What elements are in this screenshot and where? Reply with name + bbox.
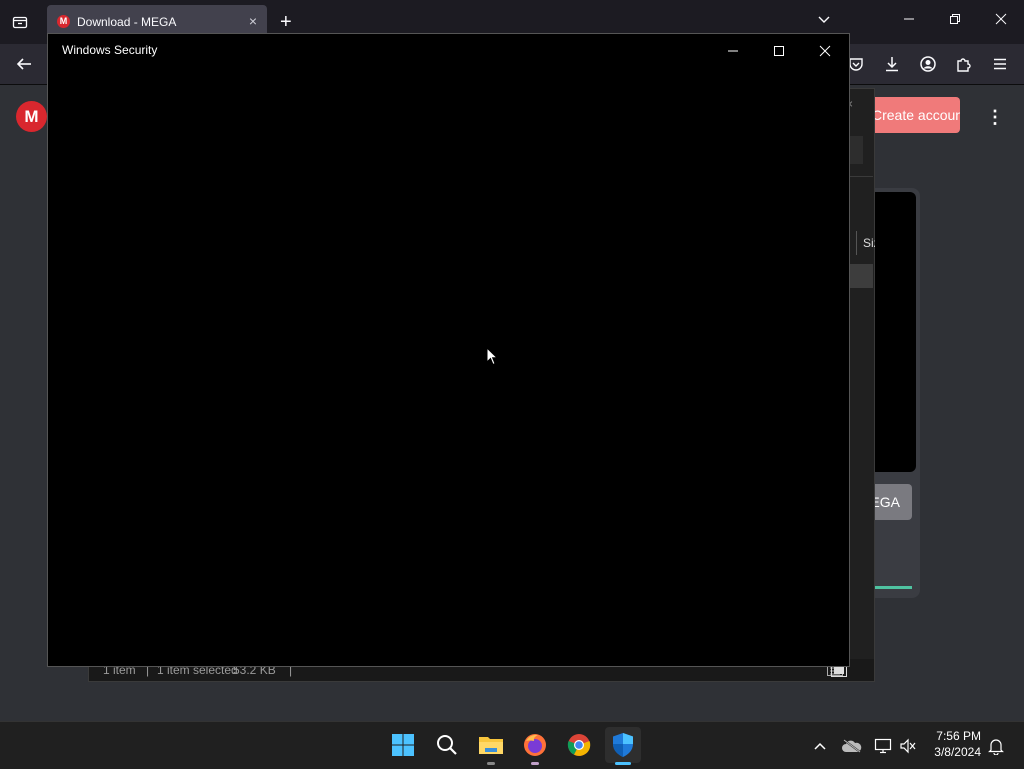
- download-progress-bar: [874, 586, 912, 589]
- download-card: [872, 188, 920, 598]
- dialog-close-icon[interactable]: [816, 42, 834, 60]
- chrome-icon[interactable]: [561, 727, 597, 763]
- dialog-title: Windows Security: [62, 43, 158, 57]
- account-icon[interactable]: [916, 52, 940, 76]
- running-indicator: [487, 762, 495, 765]
- windows-taskbar: 7:56 PM 3/8/2024: [0, 721, 1024, 769]
- more-options-icon[interactable]: ⋮: [986, 107, 1004, 127]
- downloads-icon[interactable]: [880, 52, 904, 76]
- app-menu-icon[interactable]: [988, 52, 1012, 76]
- dialog-maximize-icon[interactable]: [770, 42, 788, 60]
- list-all-tabs-chevron-icon[interactable]: [816, 12, 832, 33]
- clock-date: 3/8/2024: [934, 745, 981, 759]
- explorer-divider: [849, 176, 873, 177]
- explorer-search-box[interactable]: [849, 136, 863, 164]
- tab-close-icon[interactable]: ×: [249, 13, 257, 29]
- column-header-size[interactable]: Size: [856, 231, 875, 255]
- minimize-window-icon[interactable]: [902, 12, 916, 29]
- mega-favicon-icon: M: [57, 15, 70, 28]
- file-explorer-icon[interactable]: [473, 727, 509, 765]
- extensions-icon[interactable]: [952, 52, 976, 76]
- mouse-pointer-icon: [486, 346, 499, 371]
- selected-file-row[interactable]: [849, 264, 873, 288]
- create-account-button[interactable]: Create account: [868, 97, 960, 133]
- chevron-up-icon[interactable]: [810, 736, 830, 756]
- system-clock[interactable]: 7:56 PM 3/8/2024: [926, 728, 981, 760]
- mega-logo[interactable]: M: [16, 101, 47, 132]
- start-icon[interactable]: [385, 727, 421, 763]
- network-icon[interactable]: [873, 736, 893, 756]
- running-indicator: [531, 762, 539, 765]
- windows-security-dialog: Windows Security: [47, 33, 850, 667]
- dialog-minimize-icon[interactable]: [724, 42, 742, 60]
- back-arrow-icon[interactable]: [12, 52, 36, 76]
- clock-time: 7:56 PM: [936, 729, 981, 743]
- tab-title: Download - MEGA: [77, 15, 177, 29]
- close-window-icon[interactable]: [994, 12, 1008, 29]
- firefox-icon[interactable]: [517, 727, 553, 765]
- windows-security-icon[interactable]: [605, 727, 641, 765]
- new-tab-button[interactable]: +: [280, 10, 292, 34]
- active-indicator: [615, 762, 631, 765]
- search-icon[interactable]: [429, 727, 465, 763]
- volume-muted-icon[interactable]: [898, 736, 918, 756]
- onedrive-icon[interactable]: [842, 736, 862, 756]
- notification-icon[interactable]: [986, 736, 1006, 756]
- tab-list-icon[interactable]: [8, 10, 32, 34]
- restore-window-icon[interactable]: [948, 12, 962, 29]
- download-card-preview: [874, 192, 916, 472]
